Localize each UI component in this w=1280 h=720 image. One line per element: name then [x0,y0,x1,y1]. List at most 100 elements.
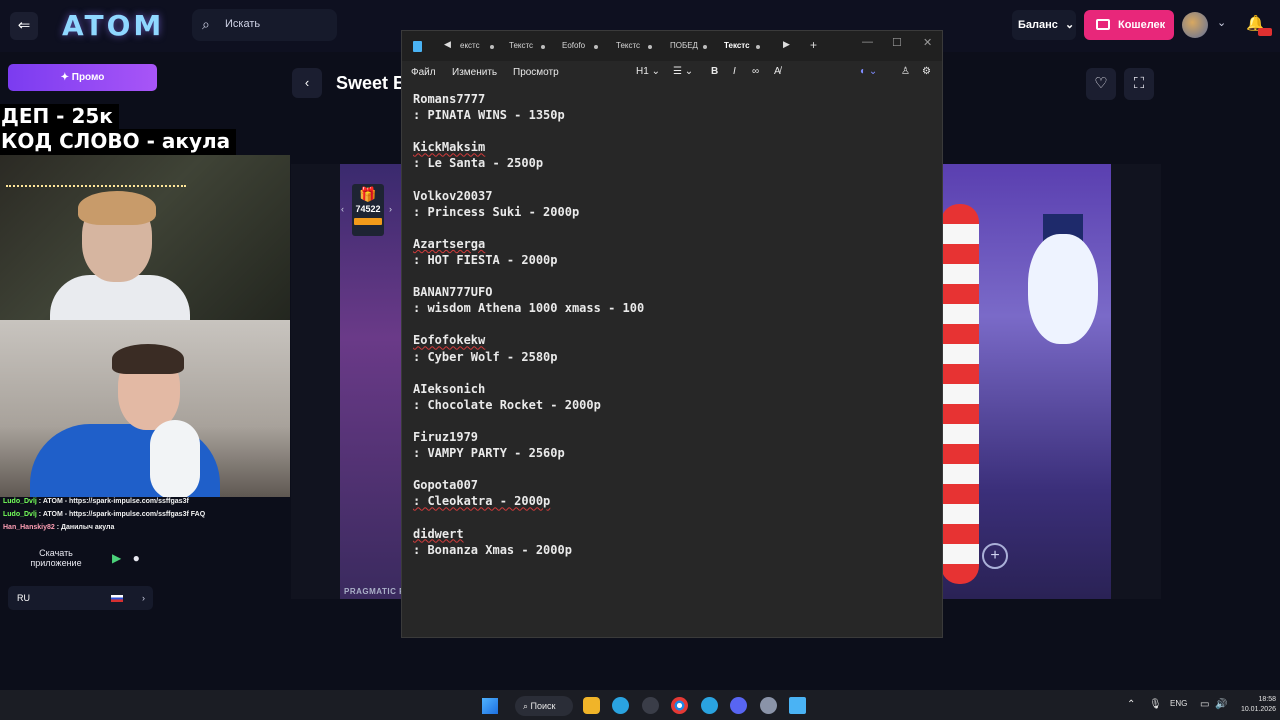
discord-icon[interactable] [730,697,747,714]
tab-5[interactable]: ПОБЕД [670,38,707,54]
notepad-tab-bar: ◀ екстс Текстс Eofofo Текстс ПОБЕД Текст… [402,31,942,61]
new-tab-icon[interactable]: + [810,38,817,52]
entry-game: : HOT FIESTA - 2000р [413,252,558,267]
tab-label: Текстс [509,41,534,50]
chat-text: : ATOM - https://spark-impulse.com/ssffg… [38,511,189,518]
taskbar-search-label: Поиск [530,701,556,711]
windows-start-icon[interactable] [482,698,498,714]
unsaved-dot [756,45,760,49]
search-input[interactable]: ⌕ Искать [192,9,337,41]
language-label: RU [17,593,30,603]
taskbar-search[interactable]: ⌕ Поиск [515,696,573,716]
entry-username: didwert [413,526,464,541]
list-item: Eofofokekw: Cyber Wolf - 2580р [413,332,933,380]
google-play-icon[interactable]: ▶ [112,551,121,565]
search-placeholder: Искать [225,18,261,30]
wallet-label: Кошелек [1118,19,1166,31]
entry-username: KickMaksim [413,140,486,155]
tab-3[interactable]: Eofofo [562,38,598,54]
network-icon[interactable]: ▭ [1200,699,1209,710]
notepad-icon[interactable] [789,697,806,714]
heading-format-label: H1 [636,66,649,77]
settings-icon[interactable] [760,697,777,714]
clear-format-icon[interactable]: A̸ [774,66,781,77]
russia-flag-icon [111,595,123,602]
settings-icon[interactable]: ⚙ [922,66,931,77]
heading-format-dropdown[interactable]: H1 ⌄ [636,66,660,77]
menu-edit[interactable]: Изменить [452,67,497,78]
balance-label: Баланс [1018,19,1058,31]
chevron-down-icon[interactable]: ⌄ [1217,16,1226,29]
menu-file[interactable]: Файл [411,67,436,78]
wallet-icon [1096,19,1110,30]
site-logo[interactable]: ATOM [62,9,164,42]
tab-label: екстс [460,41,480,50]
chevron-right-icon[interactable]: › [389,204,392,214]
faq-label[interactable]: FAQ [191,511,205,518]
microphone-icon[interactable]: 🎙 [1149,699,1162,710]
copilot-icon[interactable]: ◐ ⌄ [860,66,877,77]
entry-game: : Le Santa - 2500р [413,156,544,171]
app-icon[interactable] [642,697,659,714]
search-icon: ⌕ [202,16,210,32]
language-selector[interactable]: RU › [8,586,153,610]
tab-6-active[interactable]: Текстс [724,38,760,54]
list-icon[interactable]: ☰ ⌄ [673,66,693,77]
tab-scroll-right-icon[interactable]: ▶ [783,39,790,50]
italic-icon[interactable]: I [733,66,736,77]
telegram-icon[interactable] [701,697,718,714]
balance-button[interactable]: Баланс ⌄ [1012,10,1076,40]
gift-widget[interactable]: 🎁 74522 [352,184,384,236]
user-icon[interactable]: ♙ [901,66,910,77]
chrome-icon[interactable] [671,697,688,714]
wallet-button[interactable]: Кошелек [1084,10,1174,40]
tab-1[interactable]: екстс [460,38,494,54]
volume-icon[interactable]: 🔊 [1215,699,1227,710]
list-item: BANAN777UFO: wisdom Athena 1000 xmass - … [413,284,933,332]
entry-username: AIeksonich [413,381,486,396]
apple-icon[interactable]: ● [133,551,140,565]
streamer-hair [112,344,184,374]
arrow-left-icon: ⇐ [17,17,31,34]
game-provider: PRAGMATIC P [344,587,405,596]
gift-progress [354,218,382,225]
language-indicator[interactable]: ENG [1170,699,1187,708]
back-button[interactable]: ⇐ [10,12,38,40]
taskbar-clock[interactable]: 18:58 10.01.2026 [1236,695,1276,715]
telegram-icon[interactable] [612,697,629,714]
tab-2[interactable]: Текстс [509,38,545,54]
fullscreen-button[interactable]: ⛶ [1124,68,1154,100]
file-explorer-icon[interactable] [583,697,600,714]
entry-game: : wisdom Athena 1000 xmass - 100 [413,301,645,316]
chevron-left-icon[interactable]: ‹ [341,204,344,214]
menu-view[interactable]: Просмотр [513,67,559,78]
notepad-text-area[interactable]: Romans7777: PINATA WINS - 1350р KickMaks… [413,91,933,631]
plus-icon[interactable]: + [982,543,1008,569]
favorite-button[interactable]: ♡ [1086,68,1116,100]
chevron-left-icon: ‹ [304,75,310,90]
streamer-hair [78,191,156,225]
close-icon[interactable]: ✕ [923,36,932,49]
tab-scroll-left-icon[interactable]: ◀ [444,39,451,50]
game-back-button[interactable]: ‹ [292,68,322,98]
avatar[interactable] [1182,12,1208,38]
link-icon[interactable]: ∞ [752,66,759,77]
stream-overlay-code: КОД СЛОВО - акула [0,129,237,155]
promo-button[interactable]: ✦ Промо [8,64,157,91]
promo-label: Промо [71,72,105,83]
entry-username: Romans7777 [413,92,486,106]
store-icons: ▶ ● [112,551,140,565]
webcam-feed-1 [0,155,290,320]
list-item: Azartserga: HOT FIESTA - 2000р [413,236,933,284]
minimize-icon[interactable]: — [862,36,873,48]
microphone [150,420,200,497]
tab-4[interactable]: Текстс [616,38,652,54]
chat-message: Han_Hanskiy82 : Данилыч акула [0,521,290,534]
fullscreen-icon: ⛶ [1133,75,1145,92]
maximize-icon[interactable]: ☐ [892,36,902,49]
bold-icon[interactable]: B [711,66,718,77]
gift-icon: 🎁 [359,186,377,202]
chevron-up-icon[interactable]: ⌃ [1127,699,1135,710]
download-app-label[interactable]: Скачать приложение [20,548,92,568]
chat-text: : ATOM - https://spark-impulse.com/ssffg… [38,498,189,505]
